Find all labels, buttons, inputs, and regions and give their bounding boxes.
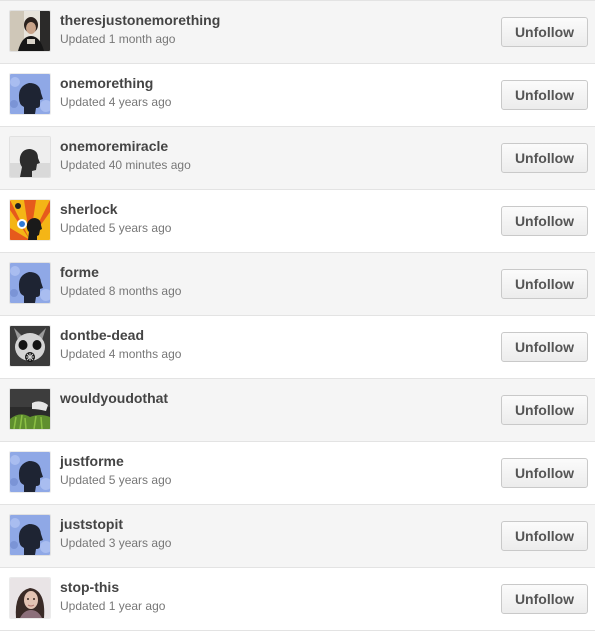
default-silhouette-icon [10, 515, 50, 555]
list-item: theresjustonemorething Updated 1 month a… [0, 1, 595, 64]
blog-name[interactable]: stop-this [60, 578, 119, 596]
updated-time: Updated 5 years ago [60, 473, 172, 487]
blog-name[interactable]: onemorething [60, 74, 153, 92]
updated-time: Updated 4 months ago [60, 347, 182, 361]
unfollow-button[interactable]: Unfollow [501, 206, 588, 236]
list-item: dontbe-dead Updated 4 months ago Unfollo… [0, 316, 595, 379]
blog-name[interactable]: wouldyoudothat [60, 389, 168, 407]
avatar[interactable] [10, 452, 50, 492]
list-item: juststopit Updated 3 years ago Unfollow [0, 505, 595, 568]
list-item: onemoremiracle Updated 40 minutes ago Un… [0, 127, 595, 190]
avatar[interactable] [10, 263, 50, 303]
unfollow-button[interactable]: Unfollow [501, 17, 588, 47]
updated-time: Updated 8 months ago [60, 284, 182, 298]
list-item: justforme Updated 5 years ago Unfollow [0, 442, 595, 505]
updated-time: Updated 5 years ago [60, 221, 172, 235]
updated-time: Updated 4 years ago [60, 95, 172, 109]
unfollow-button[interactable]: Unfollow [501, 269, 588, 299]
default-silhouette-icon [10, 263, 50, 303]
blog-name[interactable]: juststopit [60, 515, 123, 533]
unfollow-button[interactable]: Unfollow [501, 143, 588, 173]
avatar[interactable] [10, 74, 50, 114]
following-list: theresjustonemorething Updated 1 month a… [0, 0, 595, 631]
photo-man-icon [10, 11, 50, 51]
unfollow-button[interactable]: Unfollow [501, 584, 588, 614]
photo-woman-icon [10, 578, 50, 618]
avatar[interactable] [10, 578, 50, 618]
list-item: wouldyoudothat Unfollow [0, 379, 595, 442]
updated-time: Updated 40 minutes ago [60, 158, 191, 172]
gray-silhouette-photo [10, 137, 50, 177]
avatar[interactable] [10, 137, 50, 177]
list-item: onemorething Updated 4 years ago Unfollo… [0, 64, 595, 127]
skull-icon [10, 326, 50, 366]
unfollow-button[interactable]: Unfollow [501, 332, 588, 362]
updated-time: Updated 1 year ago [60, 599, 166, 613]
avatar[interactable] [10, 389, 50, 429]
list-item: forme Updated 8 months ago Unfollow [0, 253, 595, 316]
blog-name[interactable]: forme [60, 263, 99, 281]
avatar[interactable] [10, 515, 50, 555]
blog-name[interactable]: justforme [60, 452, 124, 470]
unfollow-button[interactable]: Unfollow [501, 458, 588, 488]
updated-time: Updated 1 month ago [60, 32, 176, 46]
sherlock-sunburst-icon [10, 200, 50, 240]
unfollow-button[interactable]: Unfollow [501, 80, 588, 110]
updated-time: Updated 3 years ago [60, 536, 172, 550]
grass-photo [10, 389, 50, 429]
blog-name[interactable]: theresjustonemorething [60, 11, 220, 29]
avatar[interactable] [10, 11, 50, 51]
avatar[interactable] [10, 326, 50, 366]
blog-name[interactable]: sherlock [60, 200, 118, 218]
list-item: sherlock Updated 5 years ago Unfollow [0, 190, 595, 253]
blog-name[interactable]: onemoremiracle [60, 137, 168, 155]
blog-name[interactable]: dontbe-dead [60, 326, 144, 344]
default-silhouette-icon [10, 452, 50, 492]
avatar[interactable] [10, 200, 50, 240]
default-silhouette-icon [10, 74, 50, 114]
list-item: stop-this Updated 1 year ago Unfollow [0, 568, 595, 631]
unfollow-button[interactable]: Unfollow [501, 395, 588, 425]
unfollow-button[interactable]: Unfollow [501, 521, 588, 551]
